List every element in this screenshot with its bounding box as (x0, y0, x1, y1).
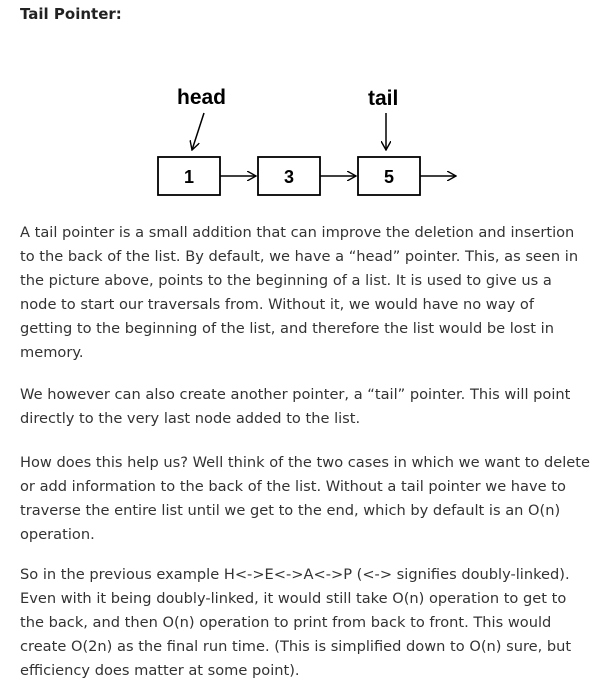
paragraph: A tail pointer is a small addition that … (20, 224, 579, 361)
head-label: head (177, 86, 226, 109)
head-pointer-arrow (192, 112, 205, 150)
paragraph: How does this help us? Well think of the… (20, 454, 590, 543)
paragraph: So in the previous example H<->E<->A<->P… (20, 566, 572, 679)
node-value: 1 (184, 167, 194, 187)
node-value: 5 (384, 167, 394, 187)
paragraph: We however can also create another point… (20, 386, 571, 427)
node-value: 3 (284, 167, 294, 187)
linked-list-diagram: head tail 1 3 5 (157, 86, 597, 196)
tail-label: tail (368, 87, 398, 110)
